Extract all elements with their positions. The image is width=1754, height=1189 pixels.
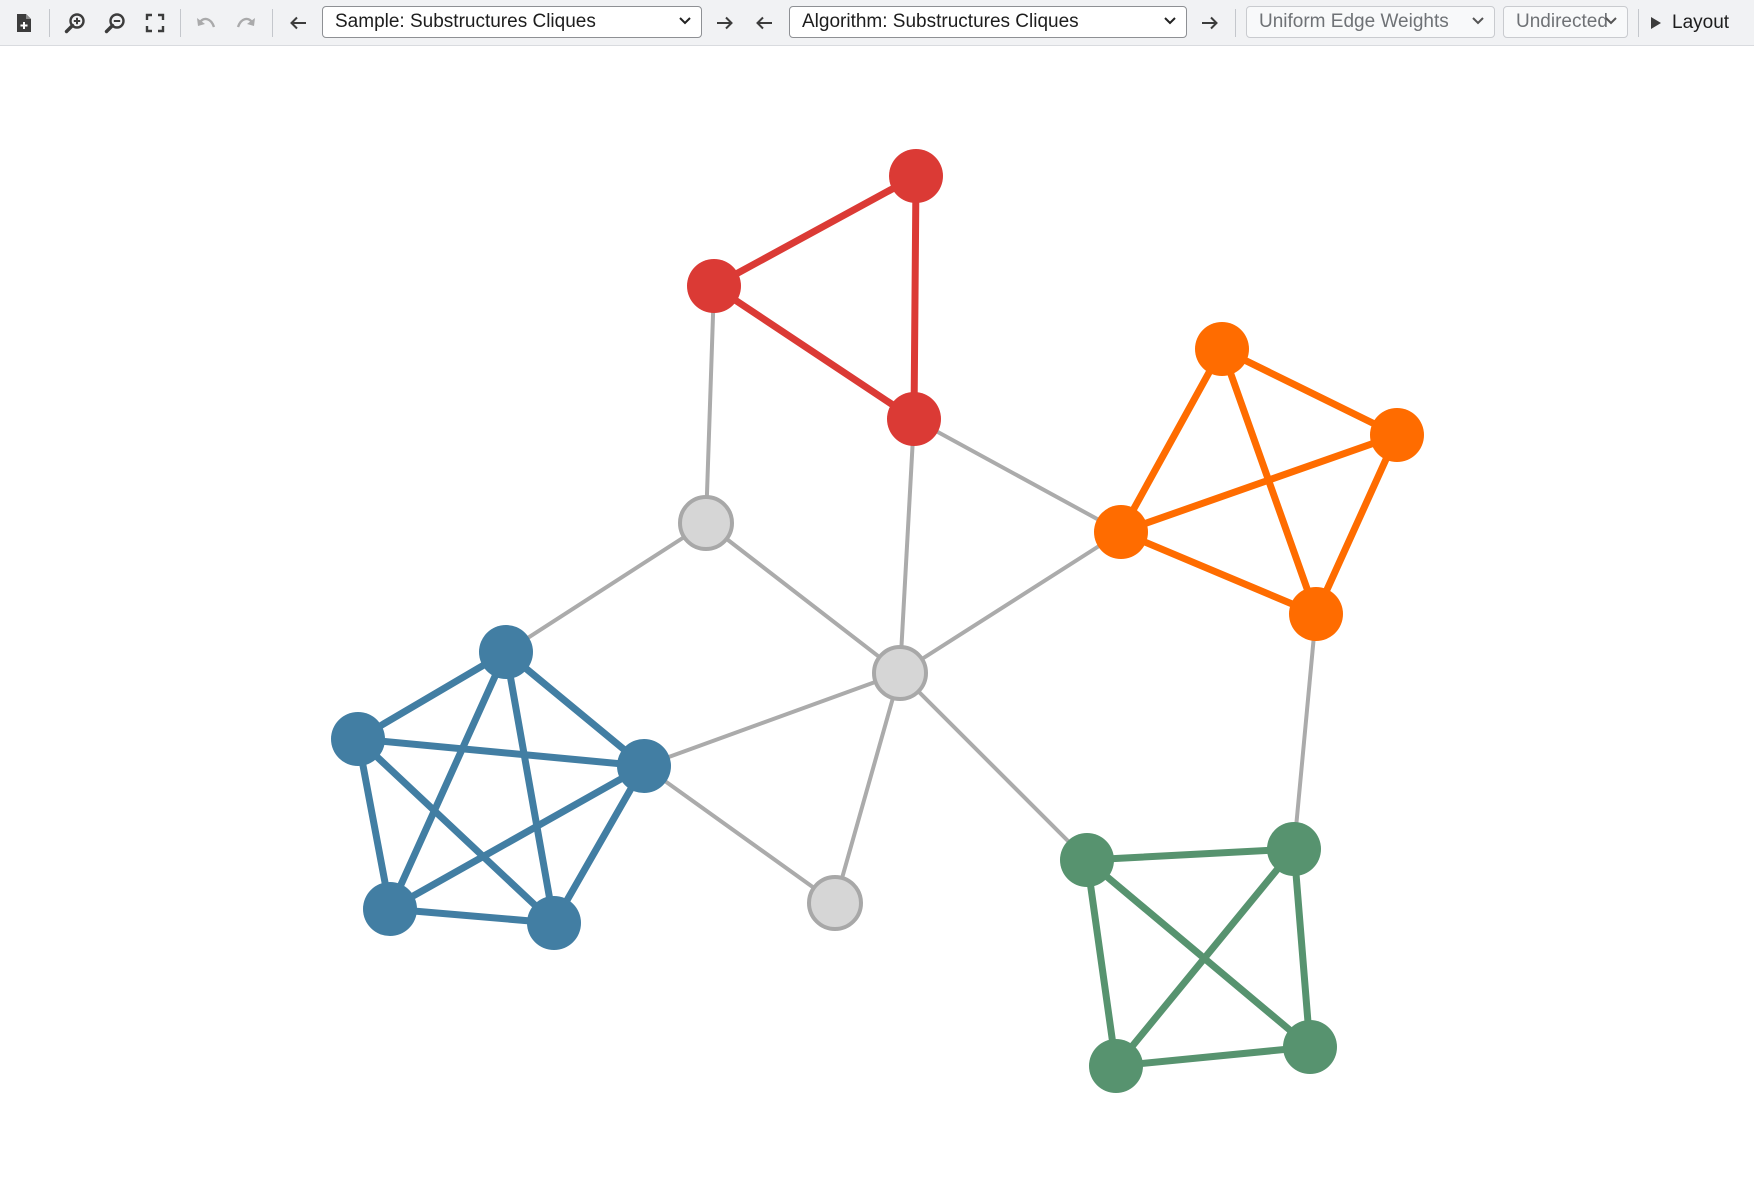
graph-edge-r1-r3[interactable] — [910, 172, 920, 423]
edge-weights-select-value: Uniform Edge Weights — [1259, 11, 1449, 32]
arrow-left-icon — [756, 16, 772, 30]
toolbar: Sample: Substructures Cliques Algorithm:… — [0, 0, 1754, 46]
graph-edge-n1-b1[interactable] — [504, 521, 708, 654]
undo-button[interactable] — [191, 8, 221, 38]
toolbar-separator — [272, 9, 273, 37]
graph-edge-g3-g4[interactable] — [1112, 1043, 1314, 1070]
previous-sample-button[interactable] — [283, 8, 313, 38]
graph-edge-o3-o4[interactable] — [1117, 528, 1320, 618]
graph-edge-g1-g2[interactable] — [1083, 845, 1298, 864]
graph-edge-r2-n1[interactable] — [704, 284, 716, 525]
algorithm-select-value: Algorithm: Substructures Cliques — [802, 11, 1079, 32]
graph-node-o4[interactable] — [1289, 587, 1343, 641]
new-document-button[interactable] — [9, 8, 39, 38]
graph-node-o2[interactable] — [1370, 408, 1424, 462]
graph-node-o1[interactable] — [1195, 322, 1249, 376]
graph-node-n1[interactable] — [678, 495, 734, 551]
graph-edge-n2-b3[interactable] — [642, 671, 902, 768]
undo-icon — [197, 17, 216, 28]
toolbar-separator — [180, 9, 181, 37]
graph-node-g2[interactable] — [1267, 822, 1321, 876]
fit-screen-button[interactable] — [140, 8, 170, 38]
graph-node-g4[interactable] — [1283, 1020, 1337, 1074]
toolbar-separator — [1235, 9, 1236, 37]
graph-edges — [354, 172, 1401, 1070]
graph-edge-g1-g3[interactable] — [1083, 856, 1120, 1070]
graph-edge-n2-g1[interactable] — [898, 671, 1089, 862]
sample-select-value: Sample: Substructures Cliques — [335, 11, 596, 32]
graph-edge-n2-n3[interactable] — [833, 671, 902, 905]
graph-node-r3[interactable] — [887, 392, 941, 446]
zoom-out-button[interactable] — [100, 8, 130, 38]
graph-edge-b1-b4[interactable] — [386, 648, 510, 913]
chevron-down-icon — [1472, 17, 1484, 25]
graph-edge-b2-b3[interactable] — [354, 735, 648, 770]
layout-button-label: Layout — [1672, 12, 1730, 33]
toolbar-separator — [1638, 9, 1639, 37]
next-sample-button[interactable] — [710, 8, 740, 38]
graph-node-g1[interactable] — [1060, 833, 1114, 887]
graph-node-n3[interactable] — [807, 875, 863, 931]
layout-button[interactable]: Layout — [1650, 8, 1729, 38]
graph-node-r1[interactable] — [889, 149, 943, 203]
zoom-in-button[interactable] — [60, 8, 90, 38]
graph-node-g3[interactable] — [1089, 1039, 1143, 1093]
zoom-out-icon — [104, 13, 125, 34]
graph-edge-b3-n3[interactable] — [642, 764, 837, 905]
arrow-left-icon — [290, 16, 306, 30]
graph-canvas[interactable] — [0, 46, 1754, 1189]
graph-edge-n2-o3[interactable] — [898, 530, 1123, 675]
graph-edge-r3-o3[interactable] — [912, 417, 1123, 534]
next-algorithm-button[interactable] — [1195, 8, 1225, 38]
chevron-down-icon — [1605, 17, 1617, 25]
algorithm-select[interactable]: Algorithm: Substructures Cliques — [789, 6, 1187, 38]
graph-edge-r3-n2[interactable] — [898, 417, 916, 675]
graph-node-b1[interactable] — [479, 625, 533, 679]
graph-node-r2[interactable] — [687, 259, 741, 313]
graph-node-o3[interactable] — [1094, 505, 1148, 559]
graph-nodes — [331, 149, 1424, 1093]
direction-select[interactable]: Undirected — [1503, 6, 1628, 38]
redo-button[interactable] — [231, 8, 261, 38]
direction-select-value: Undirected — [1516, 11, 1608, 32]
toolbar-separator — [49, 9, 50, 37]
graph-node-b5[interactable] — [527, 896, 581, 950]
sample-select[interactable]: Sample: Substructures Cliques — [322, 6, 702, 38]
redo-icon — [236, 17, 255, 28]
graph-node-b3[interactable] — [617, 739, 671, 793]
graph-node-b2[interactable] — [331, 712, 385, 766]
graph-node-n2[interactable] — [872, 645, 928, 701]
graph-edge-g2-g4[interactable] — [1290, 845, 1314, 1051]
zoom-in-icon — [64, 13, 85, 34]
graph-edge-o4-g2[interactable] — [1292, 612, 1318, 851]
play-icon — [1651, 17, 1661, 29]
arrow-right-icon — [1202, 16, 1218, 30]
graph-node-b4[interactable] — [363, 882, 417, 936]
new-document-icon — [17, 14, 31, 32]
chevron-down-icon — [679, 17, 691, 25]
arrow-right-icon — [717, 16, 733, 30]
chevron-down-icon — [1164, 17, 1176, 25]
graph-edge-r2-r3[interactable] — [710, 282, 918, 423]
graph-edge-g2-g3[interactable] — [1112, 845, 1298, 1070]
graph-edge-r1-r2[interactable] — [710, 172, 920, 290]
edge-weights-select[interactable]: Uniform Edge Weights — [1246, 6, 1495, 38]
previous-algorithm-button[interactable] — [749, 8, 779, 38]
fit-screen-icon — [145, 13, 165, 33]
graph-edge-n1-n2[interactable] — [704, 521, 902, 675]
graph-edge-g1-g4[interactable] — [1083, 856, 1314, 1051]
